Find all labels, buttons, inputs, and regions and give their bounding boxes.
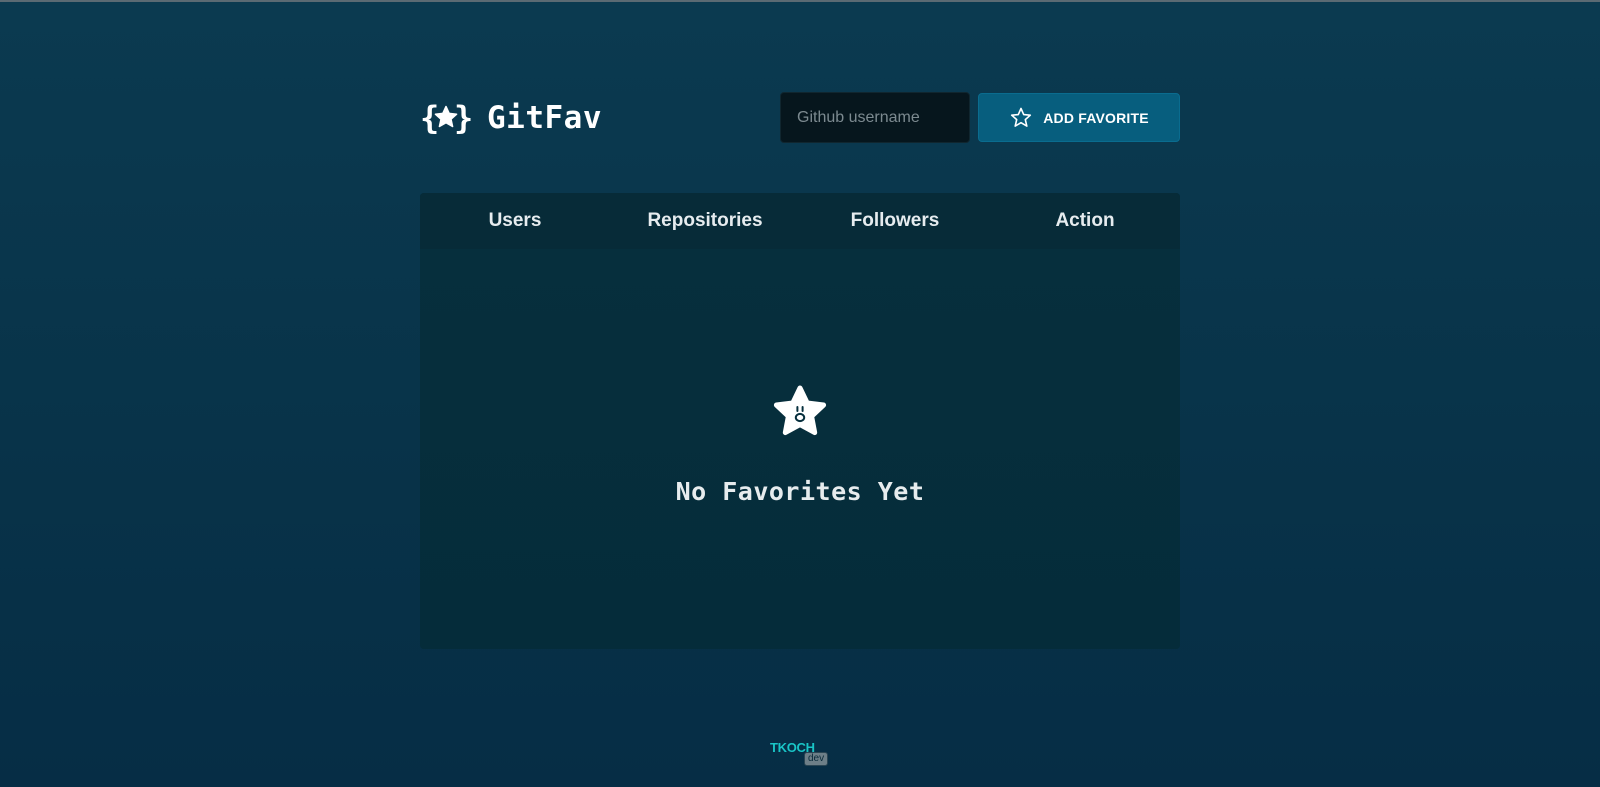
svg-text:}: } <box>454 100 472 136</box>
header: { } GitFav ADD FAVORITE <box>420 92 1180 143</box>
top-border <box>0 0 1600 2</box>
surprised-star-icon <box>773 385 827 436</box>
column-header-action: Action <box>1055 210 1115 231</box>
app-logo: { } GitFav <box>420 92 602 143</box>
add-favorite-label: ADD FAVORITE <box>1043 109 1149 126</box>
add-favorite-button[interactable]: ADD FAVORITE <box>978 93 1180 142</box>
footer-brand-sub: dev <box>804 752 829 766</box>
star-outline-icon <box>1011 107 1032 127</box>
star-in-braces-icon: { } <box>420 100 472 136</box>
table-header: Users Repositories Followers Action <box>420 193 1180 249</box>
app-title: GitFav <box>487 99 602 136</box>
empty-state: No Favorites Yet <box>420 249 1180 649</box>
column-header-followers: Followers <box>850 210 940 231</box>
column-header-repositories: Repositories <box>647 210 763 231</box>
github-username-input[interactable] <box>780 92 970 143</box>
svg-text:{: { <box>420 100 439 136</box>
empty-state-message: No Favorites Yet <box>675 477 925 506</box>
favorites-table: Users Repositories Followers Action No F… <box>420 193 1180 649</box>
footer-logo[interactable]: TKOCH dev <box>770 740 832 768</box>
column-header-users: Users <box>488 210 542 231</box>
